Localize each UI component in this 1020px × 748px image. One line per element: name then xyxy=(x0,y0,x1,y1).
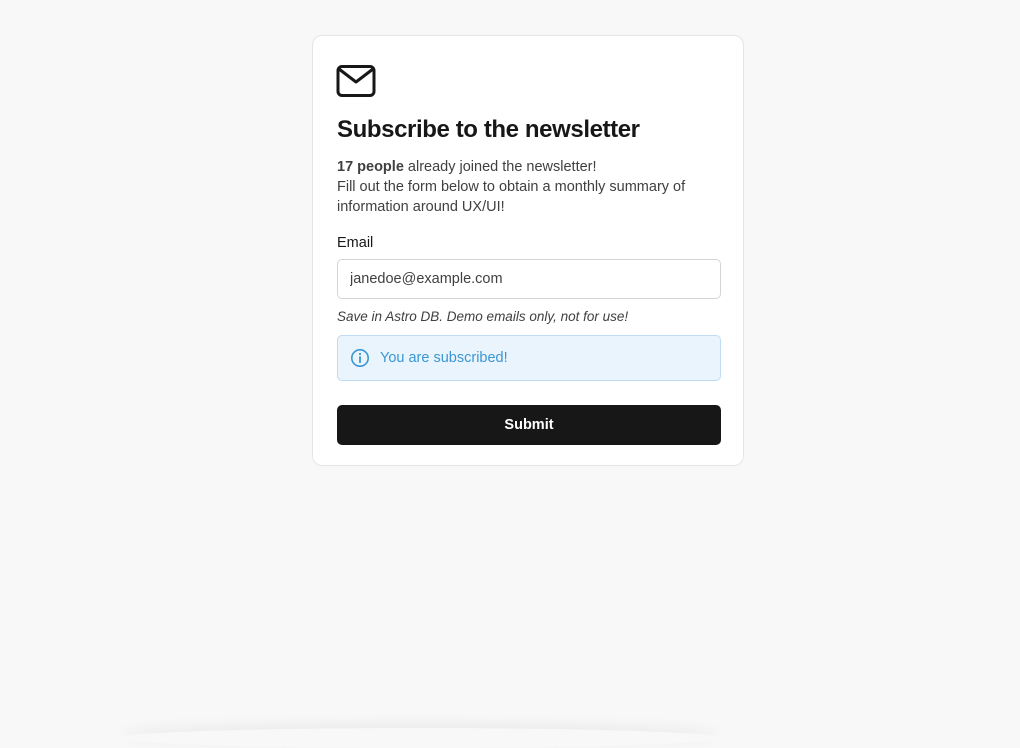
email-field[interactable] xyxy=(337,259,721,299)
email-label: Email xyxy=(337,235,374,251)
submit-button[interactable]: Submit xyxy=(337,405,721,445)
mail-icon xyxy=(336,65,376,97)
subscribed-alert: You are subscribed! xyxy=(337,335,721,381)
info-icon xyxy=(351,349,369,367)
subscriber-count: 17 people xyxy=(337,159,404,175)
newsletter-card: Subscribe to the newsletter 17 people al… xyxy=(312,35,744,466)
alert-text: You are subscribed! xyxy=(380,350,508,366)
description-text: Fill out the form below to obtain a mont… xyxy=(337,179,686,215)
description: 17 people already joined the newsletter!… xyxy=(337,157,719,217)
joined-text: already joined the newsletter! xyxy=(403,159,597,175)
email-hint: Save in Astro DB. Demo emails only, not … xyxy=(337,309,629,324)
page-title: Subscribe to the newsletter xyxy=(337,116,640,143)
bottom-shadow xyxy=(120,728,720,748)
